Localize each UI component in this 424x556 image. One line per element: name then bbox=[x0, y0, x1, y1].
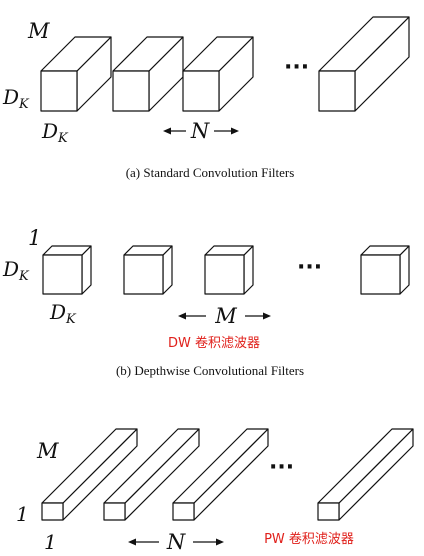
panel-b: 1 DK DK ··· M DW 卷积滤波器 (b) Depthwise Con… bbox=[2, 226, 410, 378]
ellipsis: ··· bbox=[297, 255, 322, 280]
depthwise-filter-box bbox=[123, 245, 173, 295]
height-label: DK bbox=[2, 85, 30, 112]
pointwise-filter-box bbox=[317, 428, 414, 521]
depthwise-filter-box bbox=[204, 245, 254, 295]
depthwise-filter-box bbox=[42, 245, 92, 295]
ellipsis: ··· bbox=[284, 55, 309, 80]
width-label: DK bbox=[41, 119, 69, 146]
panel-c: M 1 1 ··· N PW 卷积滤波器 bbox=[16, 428, 414, 554]
count-label-m: M bbox=[214, 304, 237, 328]
standard-filter-box bbox=[40, 36, 112, 112]
standard-filter-box bbox=[112, 36, 184, 112]
height-label: DK bbox=[2, 257, 30, 284]
filters-diagram: M DK DK ··· N (a) Standard Convolution F… bbox=[2, 16, 414, 554]
count-label-n: N bbox=[166, 530, 186, 554]
height-label-1: 1 bbox=[16, 502, 29, 526]
caption-a: (a) Standard Convolution Filters bbox=[126, 165, 295, 180]
ellipsis: ··· bbox=[269, 455, 294, 480]
width-label: DK bbox=[49, 300, 77, 327]
width-label-1: 1 bbox=[44, 530, 57, 554]
caption-b: (b) Depthwise Convolutional Filters bbox=[116, 363, 304, 378]
standard-filter-box bbox=[318, 16, 410, 112]
pw-filter-note: PW 卷积滤波器 bbox=[264, 531, 354, 547]
panel-a: M DK DK ··· N (a) Standard Convolution F… bbox=[2, 16, 410, 180]
standard-filter-box bbox=[182, 36, 254, 112]
depth-label-m: M bbox=[36, 439, 59, 463]
dw-filter-note: DW 卷积滤波器 bbox=[168, 335, 260, 351]
depth-label-m: M bbox=[27, 19, 50, 43]
depthwise-filter-box bbox=[360, 245, 410, 295]
depth-label-1: 1 bbox=[28, 226, 41, 250]
count-label-n: N bbox=[190, 119, 210, 143]
